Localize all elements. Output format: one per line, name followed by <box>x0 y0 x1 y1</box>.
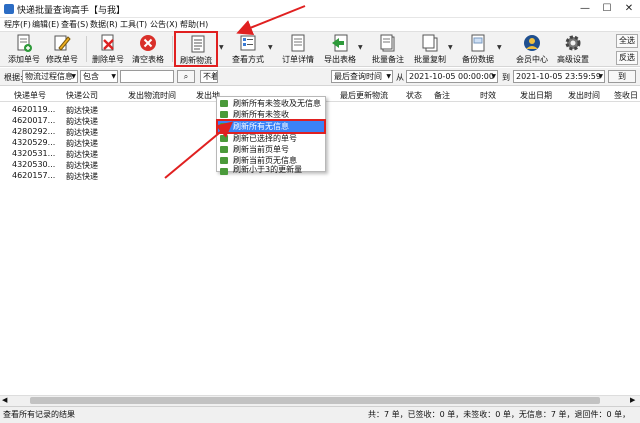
status-summary-text: 共：7 单，已签收：0 单，未签收：0 单，无信息：7 单，退回件：0 单， <box>368 410 631 419</box>
annotation-arrows <box>164 5 306 179</box>
annotation-arrow-bottom <box>164 121 234 179</box>
scroll-left-icon[interactable]: ◀ <box>2 396 7 404</box>
scrollbar-thumb[interactable] <box>30 397 600 404</box>
status-left-text: 查看所有记录的结果 <box>3 410 75 419</box>
annotation-arrow-top <box>236 5 306 35</box>
scroll-right-icon[interactable]: ▶ <box>630 396 635 404</box>
